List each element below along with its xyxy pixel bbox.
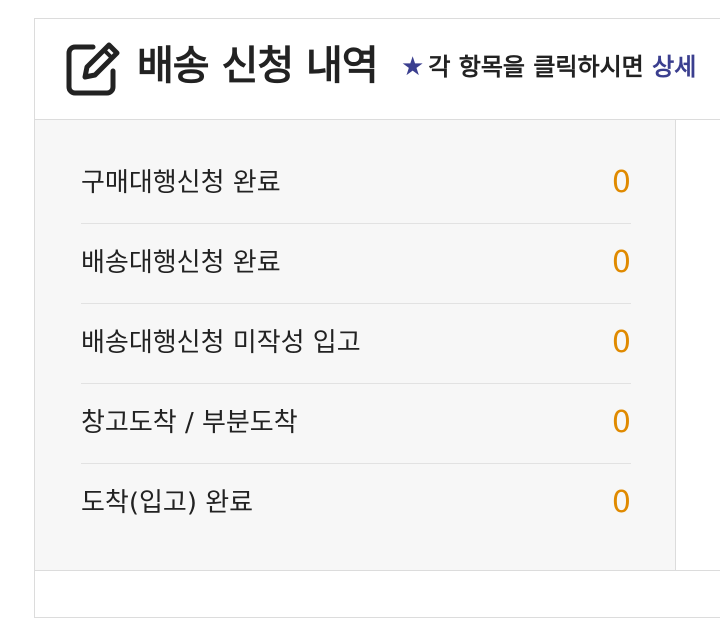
status-row-arrival-complete[interactable]: 도착(입고) 완료 0 — [81, 464, 631, 544]
status-count[interactable]: 0 — [612, 244, 631, 282]
detail-link[interactable]: 상세 — [652, 53, 696, 81]
status-label: 구매대행신청 완료 — [81, 168, 281, 198]
edit-square-icon — [63, 39, 123, 99]
star-icon: ★ — [401, 52, 425, 82]
hint-message: 각 항목을 클릭하시면 — [428, 53, 644, 81]
status-count[interactable]: 0 — [612, 484, 631, 522]
status-label: 창고도착 / 부분도착 — [81, 408, 298, 438]
status-list: 구매대행신청 완료 0 배송대행신청 완료 0 배송대행신청 미작성 입고 0 … — [81, 144, 631, 544]
status-label: 배송대행신청 완료 — [81, 248, 281, 278]
delivery-request-panel: 배송 신청 내역 ★ 각 항목을 클릭하시면 상세 구매대행신청 완료 0 배송대… — [34, 18, 720, 618]
page-title: 배송 신청 내역 — [137, 43, 379, 89]
hint-text: ★ 각 항목을 클릭하시면 상세 — [401, 51, 696, 83]
status-count[interactable]: 0 — [612, 404, 631, 442]
status-row-delivery-request[interactable]: 배송대행신청 완료 0 — [81, 224, 631, 304]
status-label: 배송대행신청 미작성 입고 — [81, 328, 361, 358]
status-label: 도착(입고) 완료 — [81, 488, 254, 518]
panel-header: 배송 신청 내역 ★ 각 항목을 클릭하시면 상세 — [35, 19, 720, 120]
status-count[interactable]: 0 — [612, 164, 631, 202]
status-row-unwritten-arrival[interactable]: 배송대행신청 미작성 입고 0 — [81, 304, 631, 384]
status-summary-column: 구매대행신청 완료 0 배송대행신청 완료 0 배송대행신청 미작성 입고 0 … — [35, 120, 676, 571]
status-row-purchase-request[interactable]: 구매대행신청 완료 0 — [81, 144, 631, 224]
status-detail-column — [676, 120, 720, 571]
status-row-warehouse-arrival[interactable]: 창고도착 / 부분도착 0 — [81, 384, 631, 464]
status-count[interactable]: 0 — [612, 324, 631, 362]
